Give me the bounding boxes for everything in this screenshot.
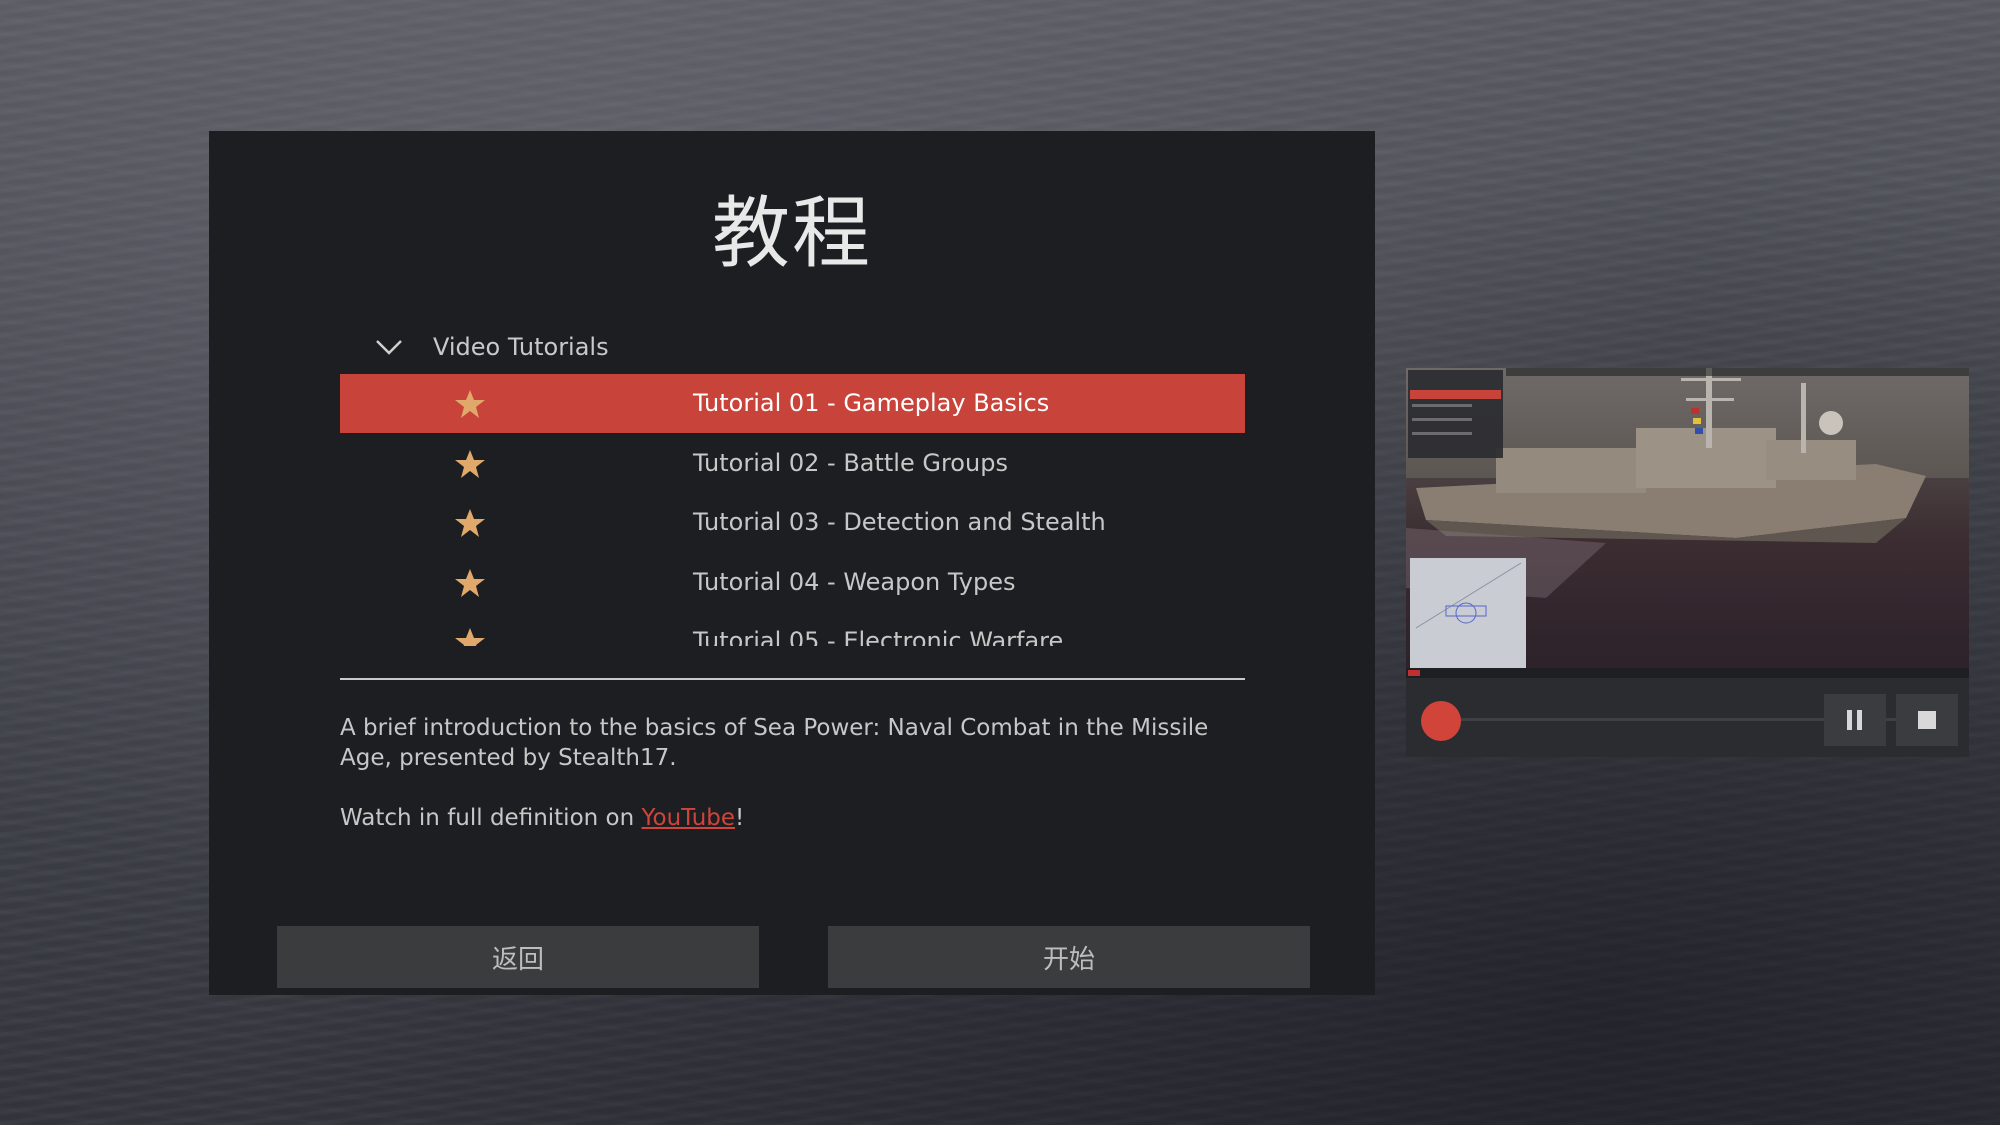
stop-icon — [1918, 711, 1936, 729]
pause-icon — [1847, 710, 1862, 730]
divider — [340, 678, 1245, 680]
tutorial-item[interactable]: Tutorial 02 - Battle Groups — [340, 434, 1245, 493]
tutorial-item[interactable]: Tutorial 04 - Weapon Types — [340, 553, 1245, 612]
tutorial-item[interactable]: Tutorial 01 - Gameplay Basics — [340, 374, 1245, 433]
watch-prefix: Watch in full definition on — [340, 805, 642, 831]
video-thumbnail — [1406, 368, 1969, 678]
watch-suffix: ! — [735, 805, 745, 831]
youtube-link[interactable]: YouTube — [642, 805, 736, 831]
tutorial-label: Tutorial 03 - Detection and Stealth — [693, 508, 1106, 536]
back-button[interactable]: 返回 — [277, 926, 759, 988]
group-label: Video Tutorials — [433, 333, 609, 361]
tutorial-description: A brief introduction to the basics of Se… — [340, 713, 1260, 833]
tutorial-item[interactable]: Tutorial 05 - Electronic Warfare — [340, 612, 1245, 646]
tutorial-label: Tutorial 05 - Electronic Warfare — [693, 627, 1064, 646]
video-controls — [1406, 682, 1969, 757]
start-button[interactable]: 开始 — [828, 926, 1310, 988]
video-frame[interactable] — [1406, 368, 1969, 678]
dialog-title: 教程 — [711, 189, 872, 279]
tutorial-list[interactable]: Tutorial 01 - Gameplay Basics Tutorial 0… — [340, 374, 1245, 646]
tutorial-label: Tutorial 02 - Battle Groups — [693, 448, 1008, 477]
pause-button[interactable] — [1824, 694, 1886, 746]
star-icon — [455, 568, 485, 597]
tutorial-dialog: 教程 Video Tutorials Tutorial 01 - Gamepla… — [209, 131, 1375, 995]
description-text: A brief introduction to the basics of Se… — [340, 715, 1209, 771]
video-tutorials-group-toggle[interactable]: Video Tutorials — [369, 327, 609, 367]
star-icon — [455, 390, 485, 418]
star-icon — [455, 449, 485, 478]
stop-button[interactable] — [1896, 694, 1958, 746]
watch-line: Watch in full definition on YouTube! — [340, 803, 1260, 833]
tutorial-label: Tutorial 01 - Gameplay Basics — [693, 389, 1050, 417]
star-icon — [455, 509, 485, 537]
tutorial-item[interactable]: Tutorial 03 - Detection and Stealth — [340, 493, 1245, 552]
video-player — [1406, 368, 1969, 757]
chevron-down-icon — [376, 340, 402, 355]
tutorial-label: Tutorial 04 - Weapon Types — [693, 567, 1016, 596]
star-icon — [455, 628, 485, 646]
seek-handle[interactable] — [1421, 701, 1461, 741]
